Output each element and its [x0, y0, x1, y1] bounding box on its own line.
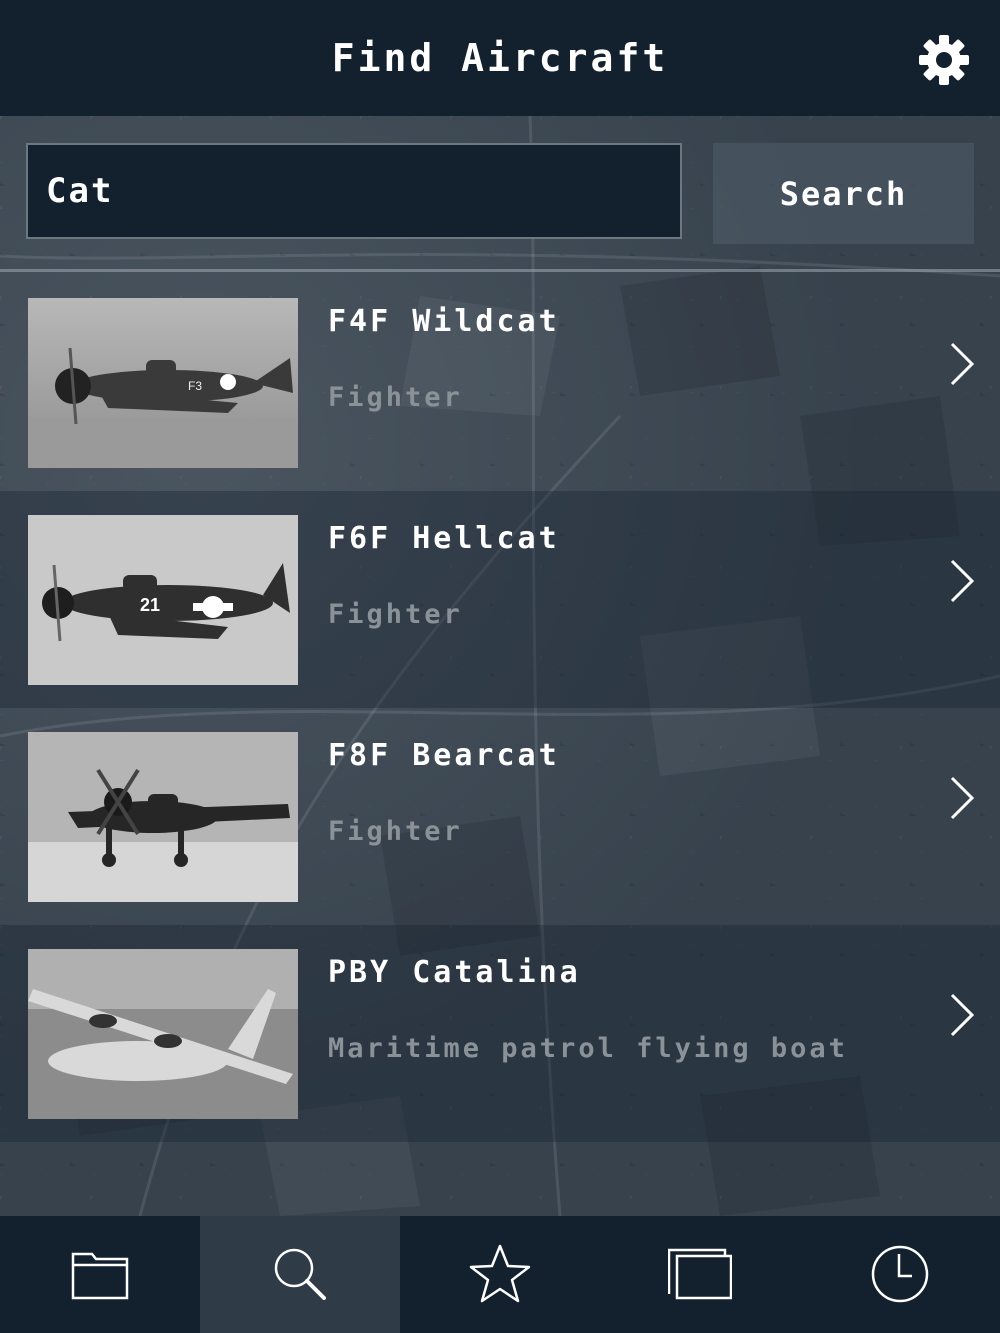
bearcat-photo — [28, 732, 298, 902]
header-bar: Find Aircraft — [0, 0, 1000, 116]
result-subtitle: Fighter — [328, 816, 463, 847]
chevron-right-icon — [950, 342, 975, 386]
chevron-right-icon — [950, 559, 975, 603]
result-subtitle: Fighter — [328, 599, 463, 630]
result-subtitle: Maritime patrol flying boat — [328, 1033, 848, 1064]
svg-text:F3: F3 — [188, 379, 202, 393]
windows-icon — [668, 1248, 732, 1300]
result-row-pby-catalina[interactable]: PBY Catalina Maritime patrol flying boat — [0, 925, 1000, 1142]
tab-compare[interactable] — [600, 1216, 800, 1333]
catalina-photo — [28, 949, 298, 1119]
hellcat-photo: 21 — [28, 515, 298, 685]
result-subtitle: Fighter — [328, 382, 463, 413]
chevron-right-icon — [950, 776, 975, 820]
tab-folders[interactable] — [0, 1216, 200, 1333]
search-icon — [274, 1248, 326, 1300]
result-row-f6f-hellcat[interactable]: 21 F6F Hellcat Fighter — [0, 491, 1000, 708]
result-title: PBY Catalina — [328, 955, 581, 990]
star-icon — [469, 1244, 531, 1303]
chevron-right-icon — [950, 993, 975, 1037]
folder-icon — [71, 1252, 129, 1300]
search-button[interactable]: Search — [713, 143, 974, 244]
tab-history[interactable] — [800, 1216, 1000, 1333]
result-title: F4F Wildcat — [328, 304, 560, 339]
clock-icon — [871, 1245, 929, 1303]
tab-favorites[interactable] — [400, 1216, 600, 1333]
svg-text:21: 21 — [140, 595, 160, 615]
page-title: Find Aircraft — [331, 36, 669, 80]
wildcat-photo: F3 — [28, 298, 298, 468]
result-title: F8F Bearcat — [328, 738, 560, 773]
search-input[interactable] — [26, 143, 682, 239]
gear-icon — [919, 35, 969, 85]
tab-bar — [0, 1216, 1000, 1333]
result-row-f8f-bearcat[interactable]: F8F Bearcat Fighter — [0, 708, 1000, 925]
tab-search[interactable] — [200, 1216, 400, 1333]
result-title: F6F Hellcat — [328, 521, 560, 556]
result-row-f4f-wildcat[interactable]: F3 F4F Wildcat Fighter — [0, 274, 1000, 491]
settings-button[interactable] — [916, 32, 972, 88]
divider — [0, 269, 1000, 272]
